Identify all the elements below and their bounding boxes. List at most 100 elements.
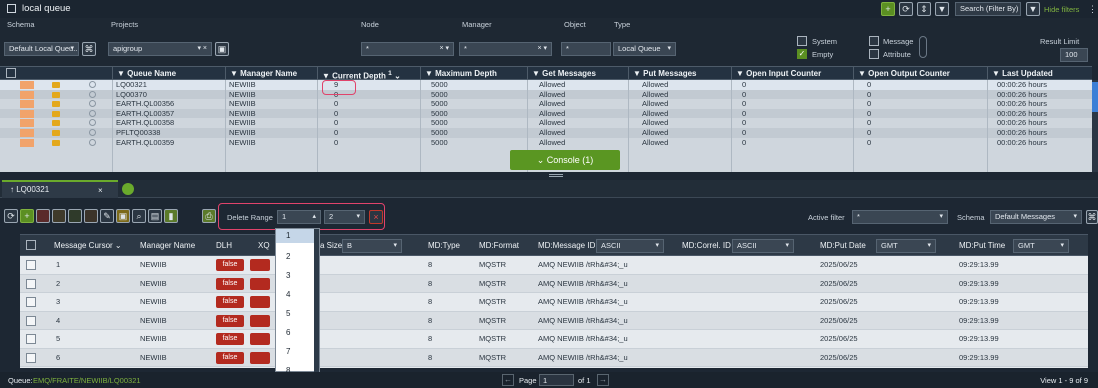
export-icon[interactable] [84, 209, 98, 223]
close-icon[interactable]: × [98, 183, 103, 198]
clock-icon[interactable] [89, 81, 96, 88]
row-checkbox[interactable] [26, 334, 36, 344]
table-row[interactable]: EARTH.QL00357 NEWIIB 0 5000 Allowed Allo… [0, 108, 1092, 119]
tab-lq00321[interactable]: ↑ LQ00321 × [2, 180, 118, 198]
message-filter-toggle-icon[interactable] [919, 36, 927, 58]
dropdown-option[interactable]: 3 [276, 266, 316, 285]
row-checkbox[interactable] [26, 278, 36, 289]
splitter-handle[interactable] [549, 174, 563, 177]
add-button[interactable]: + [881, 2, 895, 16]
dropdown-scrollbar[interactable] [314, 229, 319, 372]
dropdown-option[interactable]: 4 [276, 285, 316, 304]
message-checkbox[interactable] [869, 36, 879, 46]
object-select[interactable]: * [561, 42, 611, 56]
clock-icon[interactable] [89, 138, 96, 146]
col-maximum-depth[interactable]: ▼ Maximum Depth [420, 67, 527, 80]
col-open-input-counter[interactable]: ▼ Open Input Counter [731, 67, 853, 80]
clock-icon[interactable] [89, 100, 96, 108]
table-row[interactable]: 4 NEWIIB false 8 MQSTR AMQ NEWIIB /tRh&#… [20, 311, 1088, 330]
table-row[interactable]: 3 NEWIIB false 8 MQSTR AMQ NEWIIB /tRh&#… [20, 293, 1088, 312]
row-checkbox[interactable] [26, 352, 36, 363]
col-message-cursor[interactable]: Message Cursor ⌄ [54, 235, 122, 256]
active-filter-select[interactable]: * ▾ [852, 210, 948, 224]
browse-icon[interactable] [36, 209, 50, 223]
col-get-messages[interactable]: ▼ Get Messages [527, 67, 628, 80]
dropdown-option[interactable]: 6 [276, 323, 316, 342]
system-checkbox[interactable] [797, 36, 807, 46]
col-xq[interactable]: XQ [258, 235, 270, 256]
col-md-put-date[interactable]: MD:Put Date [820, 235, 866, 256]
print-icon[interactable]: ⎙ [202, 209, 216, 223]
table-row[interactable]: LQ00321 NEWIIB 9 5000 Allowed Allowed 0 … [0, 80, 1092, 90]
col-md-type[interactable]: MD:Type [428, 235, 460, 256]
copy-icon[interactable] [52, 209, 66, 223]
clock-icon[interactable] [89, 90, 96, 98]
schema-edit-icon[interactable]: ⌘ [1086, 210, 1098, 224]
row-checkbox[interactable] [26, 315, 36, 326]
col-md-correl-id[interactable]: MD:Correl. ID [682, 235, 731, 256]
dropdown-option[interactable]: 2 [276, 247, 316, 266]
dropdown-option[interactable]: 7 [276, 342, 316, 361]
save-icon[interactable]: ▤ [148, 209, 162, 223]
page-input[interactable]: 1 [539, 374, 574, 386]
result-limit-input[interactable]: 100 [1060, 48, 1088, 62]
put-time-tz-select[interactable]: GMT ▾ [1013, 239, 1069, 253]
next-page-icon[interactable]: → [597, 374, 609, 386]
more-icon[interactable]: ⋮ [1088, 4, 1097, 15]
col-dlh[interactable]: DLH [216, 235, 232, 256]
col-manager-name[interactable]: ▼ Manager Name [225, 67, 317, 80]
table-row[interactable]: LQ00370 NEWIIB 0 5000 Allowed Allowed 0 … [0, 89, 1092, 100]
table-row[interactable]: EARTH.QL00356 NEWIIB 0 5000 Allowed Allo… [0, 99, 1092, 109]
col-open-output-counter[interactable]: ▼ Open Output Counter [853, 67, 987, 80]
add-message-icon[interactable]: + [20, 209, 34, 223]
attribute-checkbox[interactable] [869, 49, 879, 59]
hide-filters-link[interactable]: Hide filters [1044, 5, 1079, 14]
schema-select[interactable]: Default Local Queu... ▾ [4, 42, 79, 56]
col-queue-name[interactable]: ▼ Queue Name [112, 67, 225, 80]
filter-icon[interactable]: ▼ [935, 2, 949, 16]
table-row[interactable]: EARTH.QL00358 NEWIIB 0 5000 Allowed Allo… [0, 118, 1092, 128]
table-row[interactable]: EARTH.QL00359 NEWIIB 0 5000 Allowed Allo… [0, 138, 1092, 148]
select-all-checkbox[interactable] [6, 68, 16, 78]
data-size-unit-select[interactable]: B ▾ [342, 239, 402, 253]
dropdown-option[interactable]: 1 [276, 229, 316, 243]
dropdown-option[interactable]: 8 [276, 361, 316, 372]
table-row[interactable]: 5 NEWIIB false 8 MQSTR AMQ NEWIIB /tRh&#… [20, 330, 1088, 349]
bookmark-icon[interactable]: ▮ [164, 209, 178, 223]
add-tab-button[interactable] [122, 183, 134, 195]
load-icon[interactable]: ▣ [116, 209, 130, 223]
refresh-icon[interactable]: ⟳ [899, 2, 913, 16]
schema-edit-icon[interactable]: ⌘ [82, 42, 96, 56]
col-md-format[interactable]: MD:Format [479, 235, 519, 256]
prev-page-icon[interactable]: ← [502, 374, 514, 386]
col-data-size[interactable]: a Size [320, 235, 342, 256]
table-row[interactable]: 2 NEWIIB false 8 MQSTR AMQ NEWIIB /tRh&#… [20, 274, 1088, 293]
col-md-message-id[interactable]: MD:Message ID [538, 235, 595, 256]
put-date-tz-select[interactable]: GMT ▾ [876, 239, 936, 253]
message-id-encoding-select[interactable]: ASCII ▾ [596, 239, 664, 253]
table-row[interactable]: PFLTQ00338 NEWIIB 0 5000 Allowed Allowed… [0, 128, 1092, 138]
table-row[interactable]: 6 NEWIIB false 8 MQSTR AMQ NEWIIB /tRh&#… [20, 348, 1088, 367]
queue-table-scrollbar[interactable] [1092, 80, 1098, 172]
correl-id-encoding-select[interactable]: ASCII ▾ [732, 239, 794, 253]
manager-select[interactable]: * × ▾ [459, 42, 552, 56]
clock-icon[interactable] [89, 119, 96, 127]
col-md-put-time[interactable]: MD:Put Time [959, 235, 1005, 256]
refresh-icon[interactable]: ⟳ [4, 209, 18, 223]
type-select[interactable]: Local Queue ▾ [613, 42, 676, 56]
expand-icon[interactable]: ⇕ [917, 2, 931, 16]
projects-select[interactable]: apigroup ▾ × [108, 42, 212, 56]
search-icon[interactable]: ⌕ [132, 209, 146, 223]
table-row[interactable]: 1 NEWIIB false 8 MQSTR AMQ NEWIIB /tRh&#… [20, 256, 1088, 275]
filter-toggle-icon[interactable]: ▼ [1026, 2, 1040, 16]
search-input[interactable]: Search (Filter By) [955, 2, 1021, 16]
empty-checkbox[interactable]: ✓ [797, 49, 807, 59]
col-put-messages[interactable]: ▼ Put Messages [628, 67, 731, 80]
clock-icon[interactable] [89, 129, 96, 136]
row-checkbox[interactable] [26, 260, 36, 270]
edit-icon[interactable]: ✎ [100, 209, 114, 223]
col-manager-name[interactable]: Manager Name [140, 235, 195, 256]
move-icon[interactable] [68, 209, 82, 223]
node-select[interactable]: * × ▾ [361, 42, 454, 56]
clock-icon[interactable] [89, 109, 96, 117]
